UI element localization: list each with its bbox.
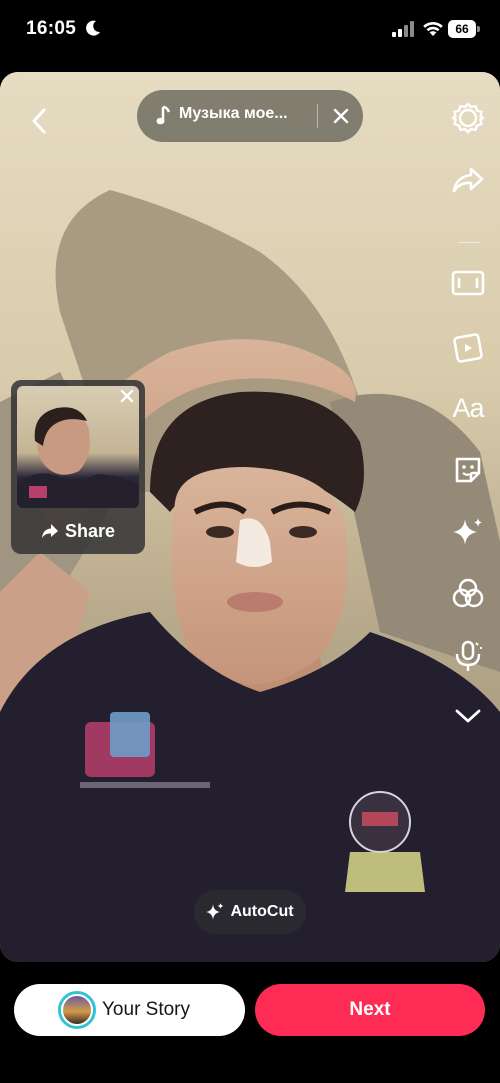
effects-button[interactable] [448, 512, 488, 552]
battery-icon: 66 [448, 20, 480, 38]
next-label: Next [349, 999, 391, 1020]
forward-button[interactable] [448, 160, 488, 200]
autocut-label: AutoCut [230, 903, 294, 920]
aspect-ratio-button[interactable] [448, 263, 488, 303]
your-story-button[interactable]: Your Story [14, 984, 245, 1036]
sticker-button[interactable] [448, 450, 488, 490]
templates-icon [453, 333, 483, 363]
music-selector[interactable]: Музыка мое... [137, 90, 363, 142]
music-note-icon [156, 105, 171, 125]
filters-icon [452, 578, 484, 608]
toolbar-divider [458, 242, 480, 243]
text-icon: Aa [452, 392, 484, 423]
camera-preview[interactable]: Музыка мое... Aa Share AutoCut [0, 72, 500, 962]
filters-button[interactable] [448, 574, 488, 614]
back-button[interactable] [24, 106, 54, 136]
status-bar: 16:05 66 [0, 0, 500, 60]
chevron-left-icon [32, 108, 46, 134]
forward-icon [452, 167, 484, 193]
wifi-icon [423, 21, 443, 36]
voice-button[interactable] [448, 636, 488, 676]
share-button[interactable]: Share [11, 516, 145, 546]
voice-icon [455, 640, 482, 671]
battery-level: 66 [448, 20, 476, 38]
aspect-ratio-icon [451, 270, 485, 296]
share-popup: Share [11, 380, 145, 554]
music-title: Музыка мое... [179, 105, 288, 122]
settings-icon [451, 102, 485, 134]
next-button[interactable]: Next [255, 984, 485, 1036]
effects-icon [453, 518, 482, 545]
templates-button[interactable] [448, 326, 488, 366]
moon-icon [86, 20, 100, 36]
signal-icon [392, 21, 414, 37]
sparkle-icon [206, 903, 224, 920]
sticker-icon [455, 457, 481, 483]
share-label: Share [64, 520, 116, 541]
close-icon[interactable] [329, 104, 353, 128]
close-icon[interactable] [117, 386, 137, 406]
status-time: 16:05 [26, 18, 77, 39]
settings-button[interactable] [448, 98, 488, 138]
autocut-button[interactable]: AutoCut [194, 890, 306, 934]
text-button[interactable]: Aa [448, 388, 488, 428]
share-arrow-icon [41, 524, 58, 538]
your-story-label: Your Story [102, 999, 191, 1020]
chevron-down-icon [455, 709, 481, 723]
avatar [58, 991, 96, 1029]
more-tools-button[interactable] [448, 696, 488, 736]
